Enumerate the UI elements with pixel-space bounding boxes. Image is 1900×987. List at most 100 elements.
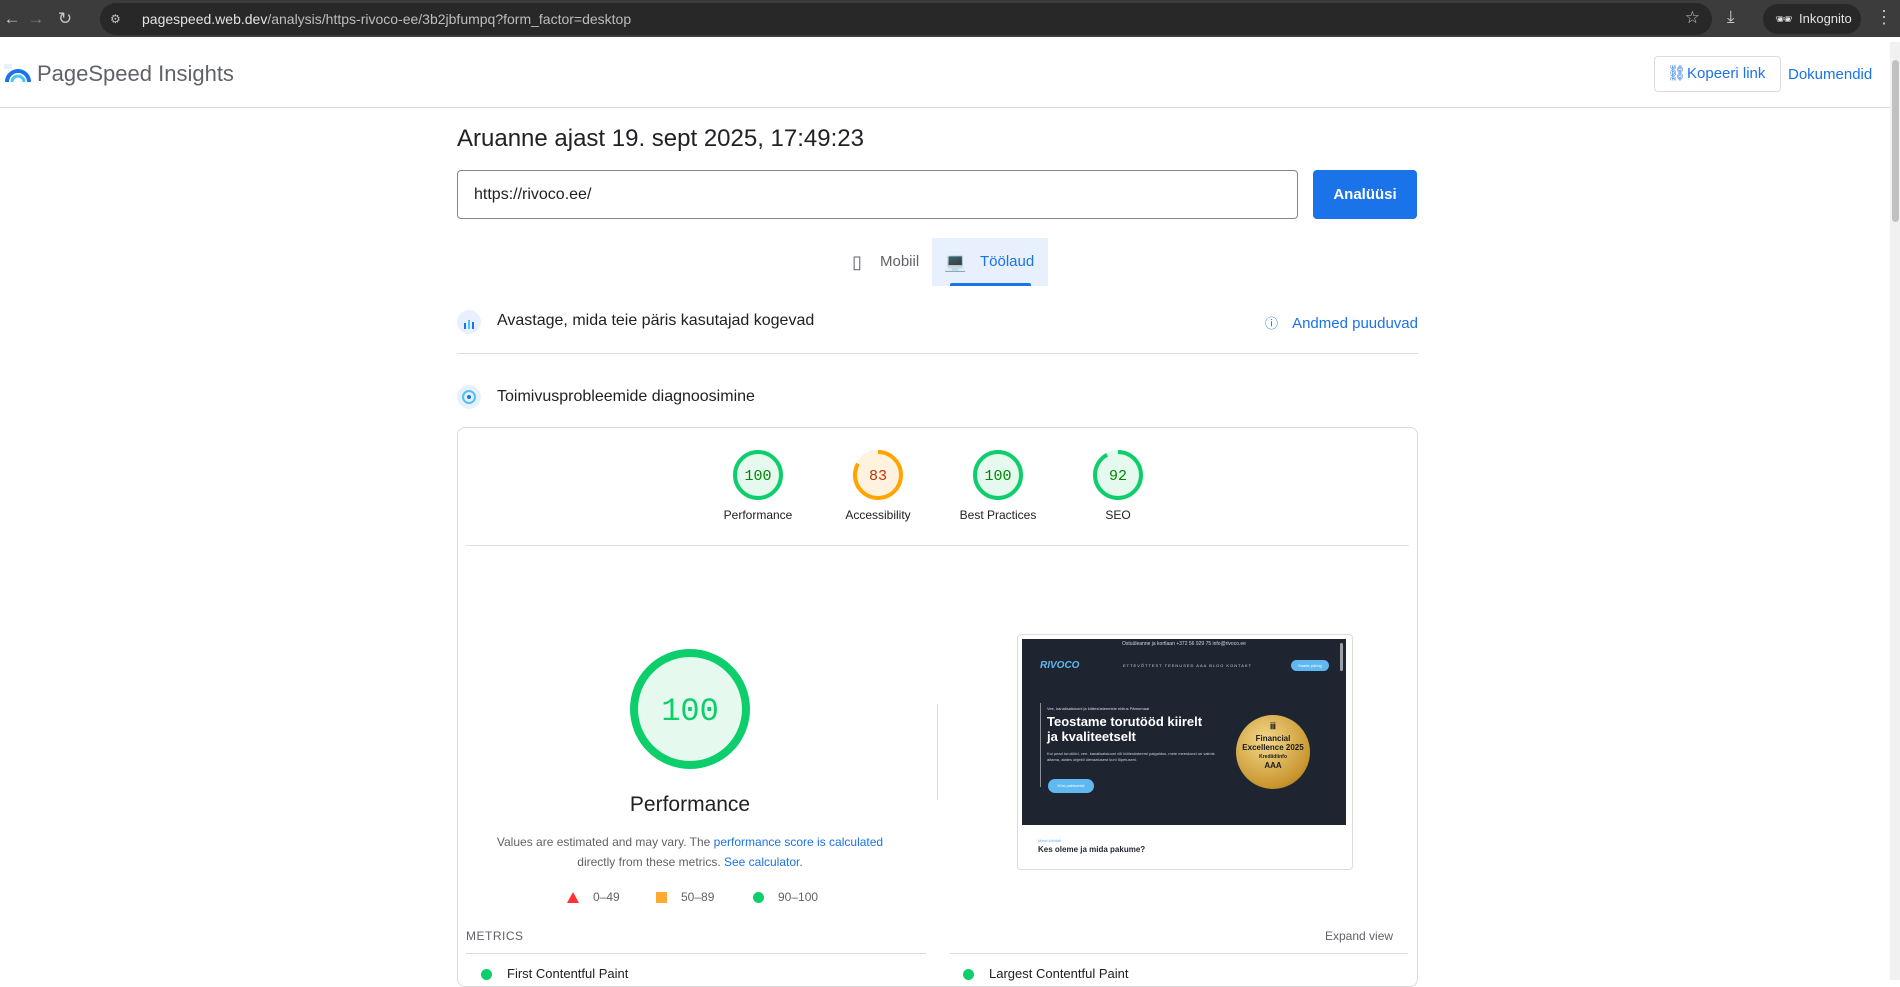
info-icon: ⓘ [1265,316,1279,331]
score-calculated-link[interactable]: performance score is calculated [714,835,883,849]
no-data-link[interactable]: ⓘ Andmed puuduvad [1265,313,1418,332]
pagespeed-logo-icon [4,64,31,83]
brand-title[interactable]: PageSpeed Insights [37,61,234,87]
bookmark-star-icon[interactable]: ☆ [1685,8,1700,28]
page-header: PageSpeed Insights ⛓ Kopeeri link Dokume… [0,42,1890,108]
url-path: /analysis/https-rivoco-ee/3b2jbfumpq?for… [267,11,632,27]
gauge-performance-label: Performance [723,508,793,522]
analyze-button[interactable]: Analüüsi [1313,170,1417,219]
tab-mobile[interactable]: ▯ Mobiil [840,238,932,286]
url-host: pagespeed.web.dev [142,11,268,27]
metric-fcp-label: First Contentful Paint [507,966,629,981]
svg-text:100: 100 [744,468,771,485]
address-bar[interactable]: ⚙ pagespeed.web.dev/analysis/https-rivoc… [100,3,1712,35]
performance-title: Performance [629,793,751,816]
forward-icon[interactable]: → [24,7,48,31]
svg-text:100: 100 [984,468,1011,485]
lab-data-title: Toimivusprobleemide diagnoosimine [497,388,755,405]
metrics-heading: METRICS [466,929,524,943]
metrics-divider-right [950,953,1408,954]
site-info-icon[interactable]: ⚙ [110,11,126,27]
note-text-1: Values are estimated and may vary. The [496,835,714,849]
gauge-accessibility-ring: 83 [853,450,903,500]
gauge-performance[interactable]: 100 Performance [698,449,818,522]
screenshot-body: Kui pead torutööd, vee- kanalisatsiooni … [1047,751,1215,762]
tab-mobile-label: Mobiil [880,253,920,270]
users-chart-icon [457,310,481,334]
gauge-performance-ring: 100 [733,450,783,500]
gauge-seo[interactable]: 92 SEO [1058,449,1178,522]
download-icon[interactable]: ⤓ [1727,7,1735,27]
copy-link-button[interactable]: ⛓ Kopeeri link [1654,56,1781,92]
vertical-divider [937,704,938,800]
medal-title: Financial Excellence 2025 [1242,734,1304,752]
screenshot-cta: Saada päring [1291,660,1329,671]
browser-toolbar: ← → ↻ ⚙ pagespeed.web.dev/analysis/https… [0,0,1900,37]
legend-pass: 90–100 [753,890,818,904]
screenshot-headline: Teostame torutööd kiirelt ja kvaliteetse… [1047,714,1203,744]
copy-link-label: Kopeeri link [1687,65,1766,82]
screenshot-scrollbar [1340,643,1343,671]
screenshot-medal: ᎥᎥᎥ Financial Excellence 2025 Krediidiin… [1236,715,1310,789]
screenshot-accent-line [1040,703,1041,787]
address-url[interactable]: pagespeed.web.dev/analysis/https-rivoco-… [142,11,631,27]
page-screenshot[interactable]: Ostuüleanne ja kortlaan +372 56 929 75 i… [1017,634,1353,870]
screenshot-footer-label: Meist lühidalt [1038,838,1062,843]
incognito-label: Inkognito [1799,11,1852,26]
see-calculator-link[interactable]: See calculator [724,855,799,869]
mobile-phone-icon: ▯ [852,252,862,272]
scrollbar-thumb[interactable] [1892,60,1899,222]
screenshot-footer-heading: Kes oleme ja mida pakume? [1038,845,1146,854]
link-icon: ⛓ [1667,65,1687,82]
pass-circle-icon [481,969,492,980]
pass-circle-icon [753,892,764,904]
incognito-icon: 🕶 [1775,11,1793,27]
screenshot-nav: ETTEVÕTTEST TEENUSED AAA BLOG KONTAKT [1123,663,1253,668]
screenshot-tagline: Vee, kanalisatsiooni ja küttesüsteemide … [1047,706,1150,711]
screenshot-topbar: Ostuüleanne ja kortlaan +372 56 929 75 i… [1122,641,1246,647]
metric-fcp[interactable]: First Contentful Paint [481,966,628,981]
svg-text:92: 92 [1109,468,1127,485]
tab-active-indicator [950,283,1031,286]
medal-issuer: Krediidiinfo [1259,754,1287,760]
screenshot-logo: RIVOCO [1040,660,1080,671]
gauge-accessibility[interactable]: 83 Accessibility [818,449,938,522]
average-square-icon [656,892,667,904]
field-data-section: Avastage, mida teie päris kasutajad koge… [457,310,1418,354]
laptop-icon: 💻 [944,252,967,272]
svg-text:83: 83 [869,468,887,485]
tab-desktop[interactable]: 💻 Töölaud [932,238,1048,286]
legend-average: 50–89 [656,890,714,904]
docs-link[interactable]: Dokumendid [1788,66,1872,83]
reload-icon[interactable]: ↻ [53,7,77,31]
lab-data-section: Toimivusprobleemide diagnoosimine [457,385,1418,411]
pass-circle-icon [963,969,974,980]
field-data-title: Avastage, mida teie päris kasutajad koge… [497,312,815,329]
metrics-divider-left [466,953,926,954]
divider [466,545,1409,546]
gauge-best-practices-label: Best Practices [959,508,1037,522]
diagnose-icon [457,385,481,409]
performance-note: Values are estimated and may vary. The p… [490,832,890,872]
fail-triangle-icon [567,892,579,904]
gauge-seo-ring: 92 [1093,450,1143,500]
screenshot-button: Küsi pakkumist [1048,779,1094,793]
legend-fail: 0–49 [567,890,620,904]
back-icon[interactable]: ← [0,7,24,31]
gauge-best-practices[interactable]: 100 Best Practices [938,449,1058,522]
legend-pass-range: 90–100 [778,890,819,904]
expand-view-button[interactable]: Expand view [1325,929,1393,943]
medal-rating: AAA [1264,761,1282,770]
medal-mark: ᎥᎥᎥ [1270,721,1276,731]
incognito-badge[interactable]: 🕶 Inkognito [1763,4,1861,34]
no-data-label: Andmed puuduvad [1292,315,1418,332]
tab-desktop-label: Töölaud [980,253,1035,270]
url-input[interactable]: https://rivoco.ee/ [457,170,1298,219]
gauge-accessibility-label: Accessibility [845,508,911,522]
gauge-seo-label: SEO [1105,508,1131,522]
legend-fail-range: 0–49 [593,890,620,904]
browser-menu-icon[interactable]: ⋮ [1875,7,1893,28]
note-text-2: directly from these metrics. [577,855,724,869]
note-text-3: . [799,855,803,869]
metric-lcp[interactable]: Largest Contentful Paint [963,966,1128,981]
